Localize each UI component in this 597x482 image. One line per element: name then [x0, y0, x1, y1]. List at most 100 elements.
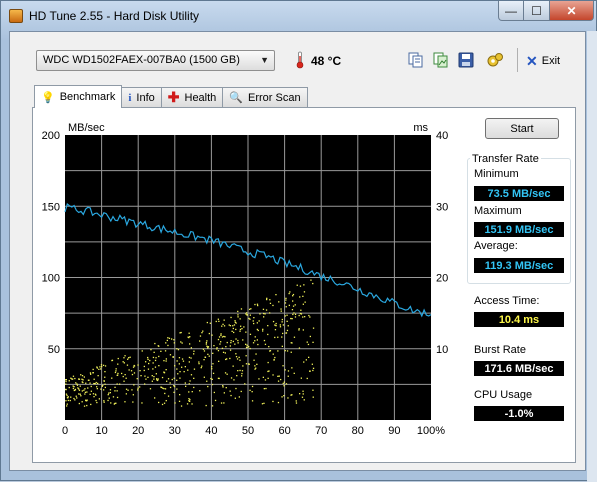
access-time-point [239, 330, 241, 332]
access-time-point [264, 343, 267, 345]
copy-picture-button[interactable] [432, 51, 450, 69]
access-time-point [92, 372, 94, 374]
access-time-point [176, 360, 178, 362]
toolbar-divider [517, 48, 518, 72]
access-time-point [74, 377, 76, 380]
title-bar[interactable]: HD Tune 2.55 - Hard Disk Utility — ☐ ✕ [1, 1, 597, 31]
access-time-point [69, 399, 71, 402]
minimum-value: 73.5 MB/sec [474, 186, 564, 201]
access-time-point [304, 316, 306, 318]
access-time-point [218, 320, 220, 322]
access-time-point [262, 308, 265, 310]
start-button[interactable]: Start [485, 118, 559, 139]
access-time-point [92, 368, 94, 371]
transfer-rate-title: Transfer Rate [470, 153, 541, 165]
access-time-point [230, 342, 232, 344]
tab-error-scan[interactable]: 🔍 Error Scan [222, 87, 308, 107]
access-time-point [144, 375, 146, 377]
average-label: Average: [474, 240, 518, 252]
access-time-point [123, 362, 125, 364]
options-button[interactable] [486, 51, 504, 69]
access-time-point [304, 301, 306, 303]
access-time-point [114, 390, 116, 392]
app-icon [9, 9, 23, 23]
access-time-point [181, 358, 184, 360]
access-time-point [202, 330, 204, 332]
maximum-label: Maximum [474, 205, 522, 217]
access-time-point [72, 387, 74, 390]
access-time-point [104, 383, 106, 385]
benchmark-chart: 20015010050403020100 10 20 30 40 50 60 70 80 90 10… [42, 122, 449, 437]
access-time-point [244, 383, 246, 385]
access-time-point [114, 371, 117, 374]
access-time-point [222, 386, 224, 388]
access-time-point [268, 346, 270, 348]
access-time-point [285, 306, 287, 308]
access-time-point [235, 322, 237, 324]
access-time-point [225, 358, 227, 361]
access-time-point [241, 372, 243, 375]
tab-health[interactable]: ✚ Health [160, 87, 224, 107]
access-time-point [288, 304, 290, 306]
tab-benchmark-label: Benchmark [59, 91, 116, 103]
access-time-point [188, 400, 190, 402]
copy-text-button[interactable] [407, 51, 425, 69]
access-time-point [279, 326, 282, 328]
access-time-point [293, 372, 295, 374]
access-time-point [125, 393, 127, 395]
tab-info[interactable]: i Info [121, 87, 162, 107]
access-time-point [122, 375, 124, 378]
access-time-point [151, 375, 153, 377]
access-time-point [133, 384, 135, 386]
access-time-point [66, 405, 68, 407]
tab-benchmark[interactable]: 💡 Benchmark [34, 85, 123, 108]
save-button[interactable] [457, 51, 475, 69]
access-time-point [188, 398, 190, 400]
access-time-point [284, 315, 286, 317]
access-time-point [200, 367, 202, 369]
access-time-point [97, 375, 99, 377]
exit-button[interactable]: ✕ Exit [526, 52, 560, 70]
access-time-point [269, 312, 271, 314]
access-time-point [104, 386, 106, 389]
access-time-point [78, 402, 80, 405]
access-time-point [129, 356, 131, 358]
access-time-point [280, 308, 282, 310]
left-tick-label: 100 [42, 273, 60, 285]
maximize-button[interactable]: ☐ [524, 1, 550, 21]
access-time-point [184, 366, 186, 368]
access-time-point [203, 359, 205, 361]
access-time-point [115, 402, 117, 404]
access-time-point [90, 373, 92, 375]
access-time-point [281, 396, 283, 398]
access-time-point [284, 369, 286, 371]
access-time-point [217, 338, 220, 341]
access-time-point [224, 336, 226, 338]
x-tick-label: 40 [205, 425, 217, 437]
access-time-point [87, 387, 89, 389]
drive-select[interactable]: WDC WD1502FAEX-007BA0 (1500 GB) ▼ [36, 50, 275, 71]
exit-label: Exit [541, 55, 561, 67]
access-time-point [86, 404, 88, 407]
access-time-point [264, 313, 266, 315]
minimize-button[interactable]: — [498, 1, 524, 21]
access-time-point [277, 336, 279, 338]
minimum-label: Minimum [474, 168, 519, 180]
access-time-point [113, 403, 115, 405]
access-time-point [164, 392, 166, 395]
access-time-point [245, 343, 247, 345]
access-time-point [211, 366, 213, 368]
access-time-point [157, 378, 159, 380]
close-button[interactable]: ✕ [550, 1, 594, 21]
access-time-point [283, 381, 285, 383]
access-time-point [112, 396, 115, 398]
access-time-point [137, 387, 139, 389]
access-time-point [65, 379, 67, 381]
access-time-point [208, 332, 210, 335]
access-time-point [114, 386, 116, 388]
tab-error-scan-label: Error Scan [248, 91, 301, 104]
access-time-point [212, 372, 215, 374]
access-time-point [245, 363, 248, 365]
access-time-point [102, 364, 105, 366]
access-time-point [103, 401, 105, 403]
